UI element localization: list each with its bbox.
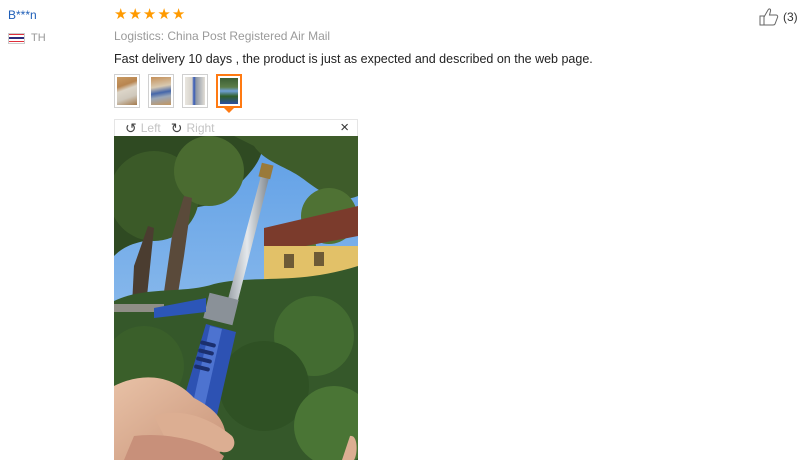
star-icon: ★ xyxy=(114,6,128,23)
thumbnail-image xyxy=(185,77,205,105)
helpful-count: (3) xyxy=(783,10,798,24)
selected-caret-icon xyxy=(224,108,234,113)
reviewer-info: B***n TH xyxy=(8,8,46,44)
thumbnail-image xyxy=(151,77,171,105)
thumbnail-3[interactable] xyxy=(182,74,208,108)
thumbnail-4-selected[interactable] xyxy=(216,74,242,113)
country-code: TH xyxy=(31,32,46,44)
star-icon: ★ xyxy=(128,6,142,23)
logistics-info: Logistics: China Post Registered Air Mai… xyxy=(114,29,331,43)
rotate-right-label: Right xyxy=(186,121,215,135)
star-icon: ★ xyxy=(157,6,171,23)
rotate-left-button[interactable]: ↺ Left xyxy=(125,121,161,135)
thumbs-up-icon xyxy=(759,8,779,26)
reviewer-name[interactable]: B***n xyxy=(8,8,46,22)
thumbnail-2[interactable] xyxy=(148,74,174,108)
thumbnail-image xyxy=(117,77,137,105)
rotate-left-icon: ↺ xyxy=(125,120,137,136)
review-body: ★ ★ ★ ★ ★ Logistics: China Post Register… xyxy=(114,6,674,113)
star-icon: ★ xyxy=(142,6,157,23)
reviewer-country: TH xyxy=(8,32,46,44)
rotate-right-icon: ↻ xyxy=(170,120,183,136)
viewer-toolbar: ↺ Left ↻ Right × xyxy=(114,119,358,136)
image-viewer: ↺ Left ↻ Right × xyxy=(114,119,358,460)
photo-thumbnails xyxy=(114,74,674,113)
star-icon: ★ xyxy=(171,6,186,23)
thumbnail-image xyxy=(220,78,238,104)
rotate-left-label: Left xyxy=(140,121,161,135)
helpful-button[interactable]: (3) xyxy=(759,8,798,26)
close-icon[interactable]: × xyxy=(340,120,349,136)
thumbnail-1[interactable] xyxy=(114,74,140,108)
thailand-flag-icon xyxy=(8,32,25,44)
star-rating: ★ ★ ★ ★ ★ xyxy=(114,6,674,23)
rotate-right-button[interactable]: ↻ Right xyxy=(171,121,215,135)
review-photo[interactable] xyxy=(114,136,358,460)
review-text: Fast delivery 10 days , the product is j… xyxy=(114,52,593,66)
